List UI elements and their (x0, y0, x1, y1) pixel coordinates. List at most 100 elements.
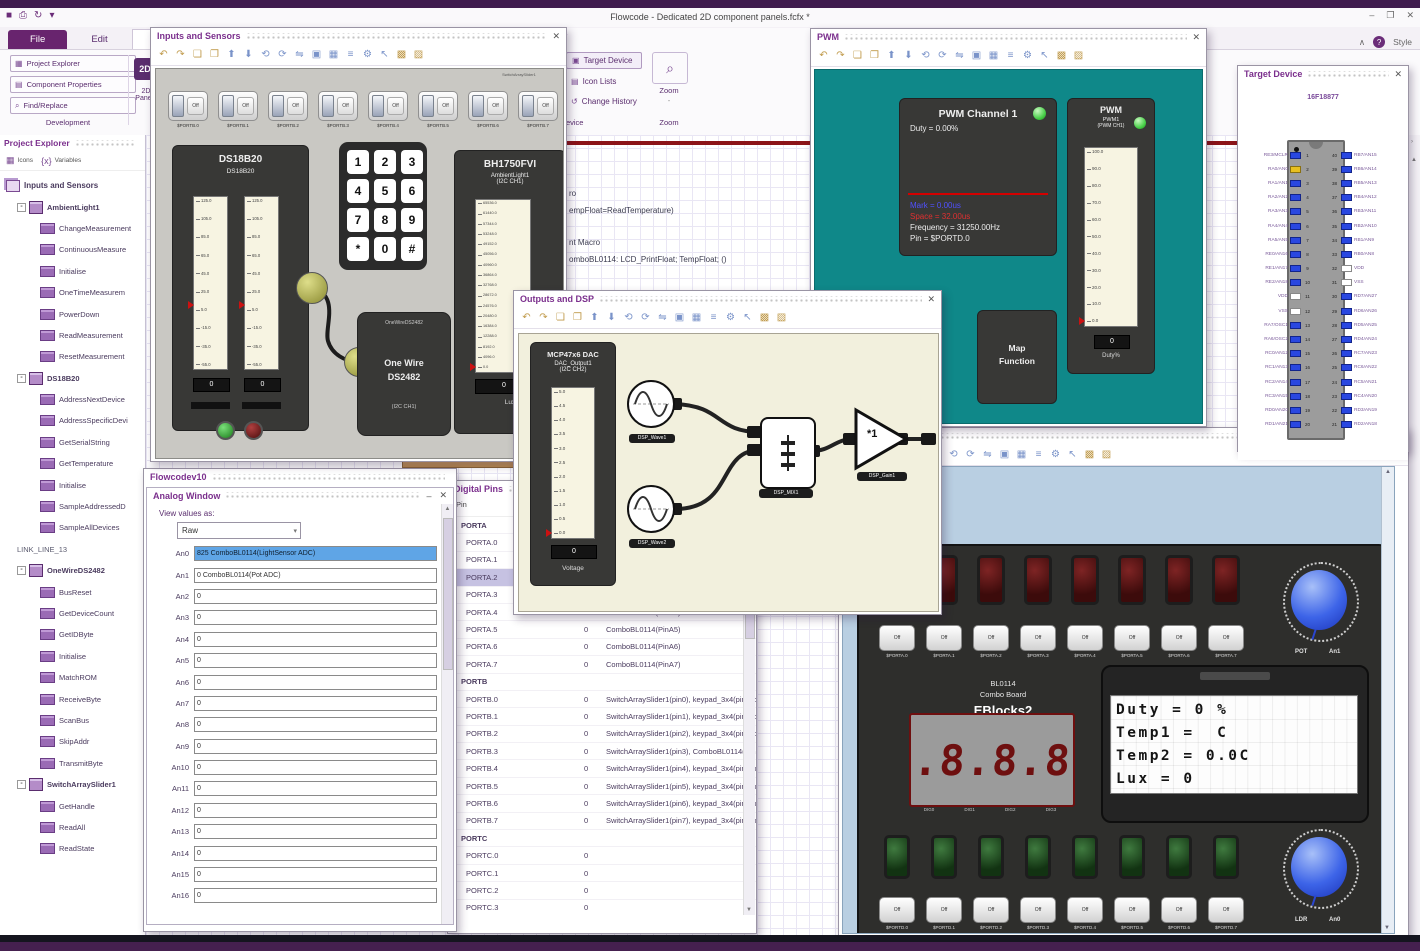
pin-label-left[interactable]: RA6/OSC2 (1242, 337, 1290, 342)
align-icon[interactable]: ≡ (344, 49, 357, 60)
port-toggle-button[interactable]: Off (926, 897, 962, 923)
pin-pad-right[interactable] (1341, 307, 1352, 315)
toggle-switch[interactable]: Off (368, 91, 408, 121)
analog-value-field[interactable]: 0 (194, 781, 437, 797)
close-icon[interactable]: ✕ (1394, 69, 1402, 80)
paste-icon[interactable]: ❐ (208, 49, 221, 60)
ribbon-toggle[interactable]: ▣ Target Device (566, 52, 642, 69)
digital-pin-row[interactable]: PORTB (448, 674, 756, 691)
redo-icon[interactable]: ↷ (174, 49, 187, 60)
rotate-right-icon[interactable]: ⟳ (936, 50, 949, 61)
analog-value-field[interactable]: 0 (194, 610, 437, 626)
pin-label-left[interactable]: VSS (1242, 309, 1290, 314)
pin-pad-right[interactable] (1341, 321, 1352, 329)
ribbon-tab[interactable]: Edit (69, 30, 129, 49)
copy-icon[interactable]: ❏ (554, 312, 567, 323)
pin-label-left[interactable]: RA5/AN5 (1242, 238, 1290, 243)
tree-item[interactable]: Initialise (4, 646, 145, 667)
pin-pad-left[interactable] (1290, 208, 1301, 216)
send-back-icon[interactable]: ⬇ (242, 49, 255, 60)
pin-pad-left[interactable] (1290, 378, 1301, 386)
analog-value-field[interactable]: 0 (194, 760, 437, 776)
analog-value-field[interactable]: 0 (194, 631, 437, 647)
ds18b20-block[interactable]: DS18B20 DS18B20 125.0 105.0 85.0 65.0 45.0 25… (172, 145, 309, 431)
analog-value-field[interactable]: 0 (194, 845, 437, 861)
digital-pin-row[interactable]: PORTB.3 0 SwitchArraySlider1(pin3), Comb… (448, 743, 756, 761)
pin-label-left[interactable]: RC0/AN12 (1242, 351, 1290, 356)
analog-value-field[interactable]: 825 ComboBL0114(LightSensor ADC) (194, 546, 437, 562)
undo-icon[interactable]: ↶ (817, 50, 830, 61)
tree-item[interactable]: ScanBus (4, 710, 145, 731)
pin-pad-right[interactable] (1341, 279, 1352, 287)
align-icon[interactable]: ≡ (1004, 50, 1017, 61)
pin-label-left[interactable]: RD1/AN21 (1242, 422, 1290, 427)
pin-pad-right[interactable] (1341, 350, 1352, 358)
analog-value-field[interactable]: 0 (194, 824, 437, 840)
grid-icon[interactable]: ▦ (690, 312, 703, 323)
port-toggle-button[interactable]: Off (1208, 897, 1244, 923)
help-icon[interactable]: ? (1373, 36, 1386, 48)
rotate-left-icon[interactable]: ⟲ (947, 449, 960, 460)
tree-item[interactable]: BusReset (4, 581, 145, 602)
pin-pad-right[interactable] (1341, 378, 1352, 386)
tree-item[interactable]: ResetMeasurement (4, 346, 145, 367)
port-toggle-button[interactable]: Off (1067, 625, 1103, 651)
keypad-key[interactable]: 5 (374, 179, 396, 203)
tree-item[interactable]: ContinuousMeasure (4, 239, 145, 260)
board-scrollbar[interactable]: ▲ ▼ (1381, 467, 1394, 933)
inputs-sensors-titlebar[interactable]: Inputs and Sensors ✕ (151, 28, 566, 44)
toggle-switch[interactable]: Off (318, 91, 358, 121)
pin-pad-right[interactable] (1341, 194, 1352, 202)
port-toggle-button[interactable]: Off (1020, 897, 1056, 923)
bring-front-icon[interactable]: ⬆ (225, 49, 238, 60)
port-toggle-button[interactable]: Off (973, 897, 1009, 923)
digital-pin-row[interactable]: PORTB.5 0 SwitchArraySlider1(pin5), keyp… (448, 778, 756, 796)
close-icon[interactable]: ✕ (552, 31, 560, 42)
tree-item[interactable]: GetTemperature (4, 453, 145, 474)
paste-icon[interactable]: ❐ (868, 50, 881, 61)
digital-pin-row[interactable]: PORTB.7 0 SwitchArraySlider1(pin7), keyp… (448, 813, 756, 831)
toggle-switch[interactable]: Off (518, 91, 558, 121)
pin-label-right[interactable]: RB6/AN14 (1352, 167, 1400, 172)
tree-item[interactable]: SwitchArraySlider1 (4, 774, 145, 795)
pin-label-right[interactable]: RC7/AN23 (1352, 351, 1400, 356)
outputs-dsp-titlebar[interactable]: Outputs and DSP ✕ (514, 291, 941, 307)
tree-item[interactable]: SampleAddressedD (4, 496, 145, 517)
pin-pad-right[interactable] (1341, 179, 1352, 187)
digital-pin-row[interactable]: PORTC.3 0 (448, 900, 756, 915)
pin-pad-left[interactable] (1290, 265, 1301, 273)
dsp-wave1-block[interactable] (627, 380, 675, 428)
pin-pad-left[interactable] (1290, 179, 1301, 187)
tree-item[interactable]: PowerDown (4, 303, 145, 324)
grid-icon[interactable]: ▦ (1015, 449, 1028, 460)
pointer-icon[interactable]: ↖ (1066, 449, 1079, 460)
pin-label-left[interactable]: RE2/AN18 (1242, 280, 1290, 285)
collapse-ribbon-icon[interactable]: ∧ (1359, 37, 1365, 48)
analog-value-field[interactable]: 0 (194, 717, 437, 733)
snapshot-icon[interactable]: ▣ (998, 449, 1011, 460)
pin-pad-left[interactable] (1290, 350, 1301, 358)
pwm-channel-block[interactable]: PWM Channel 1 Duty = 0.00% Mark = 0.00us… (899, 98, 1057, 256)
analog-value-field[interactable]: 0 (194, 674, 437, 690)
rotate-left-icon[interactable]: ⟲ (622, 312, 635, 323)
pin-label-right[interactable]: RD2/AN18 (1352, 422, 1400, 427)
port-toggle-button[interactable]: Off (1020, 625, 1056, 651)
rotate-right-icon[interactable]: ⟳ (639, 312, 652, 323)
snapshot-icon[interactable]: ▣ (970, 50, 983, 61)
tree-item[interactable]: GetHandle (4, 795, 145, 816)
send-back-icon[interactable]: ⬇ (902, 50, 915, 61)
toggle-switch[interactable]: Off (168, 91, 208, 121)
keypad-key[interactable]: 1 (347, 150, 369, 174)
pin-label-right[interactable]: RD6/AN26 (1352, 309, 1400, 314)
add-component-icon[interactable]: ▩ (1083, 449, 1096, 460)
close-icon[interactable]: ✕ (1192, 32, 1200, 43)
save-icon[interactable]: ⎙ (19, 10, 27, 21)
tree-item[interactable]: AddressNextDevice (4, 389, 145, 410)
rotate-right-icon[interactable]: ⟳ (964, 449, 977, 460)
pin-pad-right[interactable] (1341, 364, 1352, 372)
tree-item[interactable]: MatchROM (4, 667, 145, 688)
analog-value-field[interactable]: 0 (194, 588, 437, 604)
pin-pad-right[interactable] (1341, 336, 1352, 344)
tree-expand-icon[interactable] (17, 780, 26, 790)
copy-icon[interactable]: ❏ (851, 50, 864, 61)
